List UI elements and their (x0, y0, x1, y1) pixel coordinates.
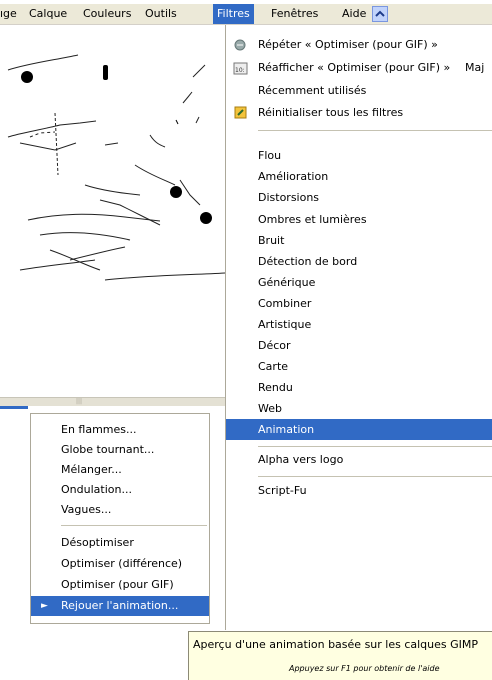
menu-item-reset[interactable]: Réinitialiser tous les filtres (226, 102, 492, 123)
menu-fenetres[interactable]: Fenêtres (267, 4, 322, 24)
chevron-up-icon[interactable] (372, 6, 388, 22)
menu-item-ombres[interactable]: Ombres et lumières (226, 209, 492, 230)
menu-item-decor[interactable]: Décor (226, 335, 492, 356)
menu-item-alpha-logo[interactable]: Alpha vers logo (226, 449, 492, 470)
menu-item-reshow[interactable]: 10: Réafficher « Optimiser (pour GIF) » … (226, 57, 492, 78)
menu-calque[interactable]: Calque (25, 4, 71, 24)
menu-item-flou[interactable]: Flou (226, 145, 492, 166)
menu-outils[interactable]: Outils (141, 4, 181, 24)
play-arrow-icon: ► (41, 601, 48, 611)
menu-item-artistique[interactable]: Artistique (226, 314, 492, 335)
separator (258, 130, 492, 131)
menu-aide[interactable]: Aide (338, 4, 370, 24)
menu-item-distorsions[interactable]: Distorsions (226, 187, 492, 208)
menu-item-carte[interactable]: Carte (226, 356, 492, 377)
svg-text:10:: 10: (235, 67, 245, 74)
menu-item-combiner[interactable]: Combiner (226, 293, 492, 314)
lower-area (0, 409, 28, 680)
submenu-item-ondulation[interactable]: Ondulation... (31, 480, 209, 500)
menu-item-bruit[interactable]: Bruit (226, 230, 492, 251)
tooltip-text: Aperçu d'une animation basée sur les cal… (193, 638, 479, 651)
menu-item-animation[interactable]: Animation (226, 419, 492, 440)
menu-item-script-fu[interactable]: Script-Fu (226, 480, 492, 501)
menu-filtres[interactable]: Filtres (213, 4, 254, 24)
submenu-item-vagues[interactable]: Vagues... (31, 500, 209, 520)
separator (258, 476, 492, 477)
animation-submenu: En flammes... Globe tournant... Mélanger… (30, 413, 210, 624)
menu-couleurs[interactable]: Couleurs (79, 4, 135, 24)
submenu-item-en-flammes[interactable]: En flammes... (31, 420, 209, 440)
menu-item-web[interactable]: Web (226, 398, 492, 419)
menu-item-repeat[interactable]: Répéter « Optimiser (pour GIF) » (226, 34, 492, 55)
menu-image[interactable]: ıge (0, 4, 21, 24)
menubar: ıge Calque Couleurs Outils Filtres Fenêt… (0, 4, 492, 25)
reshow-icon: 10: (233, 60, 248, 75)
menu-item-generique[interactable]: Générique (226, 272, 492, 293)
submenu-item-desoptimiser[interactable]: Désoptimiser (31, 533, 209, 553)
tooltip: Aperçu d'une animation basée sur les cal… (188, 631, 492, 680)
menu-item-rendu[interactable]: Rendu (226, 377, 492, 398)
menu-item-amelioration[interactable]: Amélioration (226, 166, 492, 187)
horizontal-scrollbar[interactable]: ||| (0, 397, 225, 406)
separator (61, 525, 207, 526)
filters-menu: Répéter « Optimiser (pour GIF) » 10: Réa… (225, 25, 492, 630)
submenu-item-melanger[interactable]: Mélanger... (31, 460, 209, 480)
tooltip-hint: Appuyez sur F1 pour obtenir de l'aide (289, 664, 440, 673)
repeat-icon (233, 37, 248, 52)
image-canvas[interactable] (0, 25, 225, 397)
reset-icon (233, 105, 248, 120)
submenu-item-optimiser-gif[interactable]: Optimiser (pour GIF) (31, 575, 209, 595)
menu-item-recent[interactable]: Récemment utilisés (226, 80, 492, 101)
submenu-item-rejouer[interactable]: ► Rejouer l'animation... (31, 596, 209, 616)
separator (258, 446, 492, 447)
menu-item-detection[interactable]: Détection de bord (226, 251, 492, 272)
scroll-grip[interactable]: ||| (76, 399, 90, 405)
submenu-item-globe[interactable]: Globe tournant... (31, 440, 209, 460)
submenu-item-optimiser-diff[interactable]: Optimiser (différence) (31, 554, 209, 574)
canvas-drawing (7, 54, 225, 281)
